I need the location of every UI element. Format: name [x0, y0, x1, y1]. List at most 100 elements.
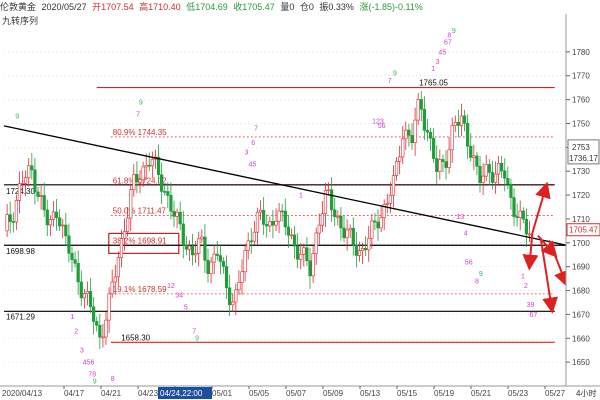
sequence-count-label: 39 [527, 302, 535, 309]
candle-body [20, 183, 25, 185]
sequence-count-label: 9 [195, 336, 199, 343]
x-tick-label: 05/13 [360, 389, 381, 398]
candle-body [385, 202, 389, 205]
candle-body [432, 138, 436, 159]
candle-body [370, 220, 374, 239]
candle-body [212, 253, 216, 263]
candle-body [85, 291, 90, 294]
y-tick-label: 1650 [572, 358, 590, 367]
sequence-count-label: 56 [378, 123, 386, 130]
x-tick-label: 04/23 [138, 389, 159, 398]
candle-body [314, 232, 318, 254]
sequence-count-label: 13 [456, 214, 464, 221]
candle-body [30, 165, 34, 171]
candle-body [101, 336, 105, 339]
candle-body [268, 221, 272, 227]
candle-body [8, 214, 12, 222]
candle-body [224, 266, 229, 289]
candle-body [122, 231, 127, 239]
candle-body [135, 174, 139, 183]
candle-body [496, 162, 501, 175]
candle-body [184, 244, 188, 250]
level-label: 1698.98 [6, 247, 35, 256]
candle-body [181, 223, 185, 246]
sequence-count-label: 6 [251, 140, 255, 147]
candle-body [228, 287, 232, 306]
candle-body [163, 191, 167, 193]
level-label: 1671.29 [6, 312, 35, 321]
candle-body [231, 301, 235, 306]
candle-body [107, 293, 111, 321]
y-tick-label: 1690 [572, 263, 590, 272]
sequence-count-label: 67 [529, 312, 537, 319]
candle-body [144, 164, 148, 168]
x-tick-label: 05/23 [508, 389, 529, 398]
candle-body [126, 217, 130, 232]
sequence-count-label: 9 [479, 271, 483, 278]
candle-body [110, 281, 114, 295]
candle-body [351, 227, 355, 246]
candle-body [441, 159, 445, 162]
sequence-count-label: 7 [136, 111, 140, 118]
sequence-count-label: 9 [393, 71, 397, 78]
candle-body [478, 166, 482, 183]
candle-body [24, 177, 28, 184]
candle-body [271, 221, 275, 226]
price-chart[interactable]: 1765.0580.9% 1744.351724.3061.8% 1724.02… [0, 0, 600, 400]
candle-body [206, 259, 210, 274]
candle-body [367, 237, 371, 251]
candle-body [484, 164, 488, 177]
candle-body [197, 238, 201, 254]
candle-body [262, 209, 266, 225]
y-tick-label: 1770 [572, 72, 590, 81]
sequence-count-label: 9 [452, 28, 456, 35]
candle-body [27, 165, 31, 179]
candle-body [308, 260, 312, 277]
candle-body [190, 245, 195, 256]
candle-body [234, 289, 238, 303]
sequence-count-label: 7 [388, 78, 392, 85]
candle-body [447, 149, 451, 168]
candle-body [330, 189, 334, 211]
candle-body [376, 221, 380, 229]
forecast-arrow [548, 240, 570, 288]
sequence-count-label: 3 [436, 59, 440, 66]
candle-body [500, 162, 504, 172]
sequence-count-label: 2 [524, 283, 528, 290]
sequence-count-label: 1 [299, 192, 303, 199]
candle-body [203, 236, 207, 261]
candle-body [243, 250, 247, 273]
candle-body [425, 129, 430, 133]
candle-body [169, 195, 173, 212]
candle-body [357, 250, 362, 256]
candle-body [200, 236, 204, 240]
candle-body [70, 252, 74, 260]
candle-body [453, 122, 457, 127]
candle-body [342, 227, 346, 239]
candle-body [394, 161, 399, 176]
candle-body [512, 197, 516, 217]
candle-body [317, 224, 321, 234]
forecast-arrow [531, 181, 551, 234]
candle-body [237, 282, 241, 291]
x-tick-label: 04/17 [64, 389, 85, 398]
candle-body [274, 220, 278, 226]
candle-body [401, 138, 405, 158]
candle-body [147, 164, 151, 167]
forecast-arrows [522, 181, 570, 314]
candle-body [138, 179, 142, 183]
candle-body [509, 183, 513, 198]
current-price-label: 1705.47 [569, 226, 598, 235]
candle-body [98, 325, 102, 338]
sequence-count-label: 78 [88, 371, 96, 378]
y-tick-label: 1680 [572, 287, 590, 296]
sequence-count-label: 8 [447, 33, 451, 40]
candle-body [289, 234, 294, 237]
level-label: 1765.05 [419, 79, 448, 88]
candle-body [487, 164, 491, 173]
sequence-count-label: 67 [444, 40, 452, 47]
candle-body [209, 261, 213, 274]
candle-body [320, 213, 324, 226]
candle-body [373, 220, 377, 223]
candle-body [277, 210, 281, 222]
